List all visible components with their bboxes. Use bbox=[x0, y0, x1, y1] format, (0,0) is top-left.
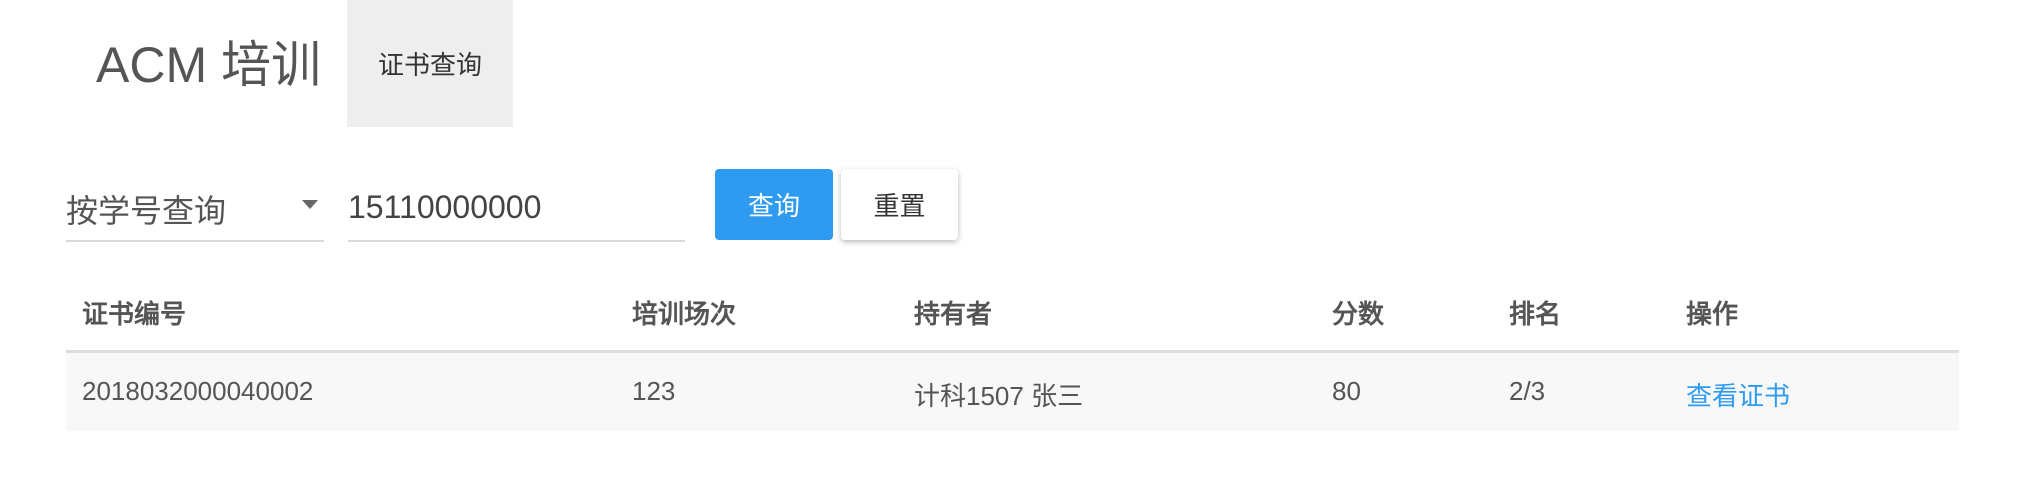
cell-holder: 计科1507 张三 bbox=[914, 381, 1084, 411]
query-button[interactable]: 查询 bbox=[715, 169, 833, 240]
nav-tab-certificate-query[interactable]: 证书查询 bbox=[347, 0, 513, 127]
student-id-input[interactable] bbox=[348, 168, 685, 242]
certificate-table: 证书编号 培训场次 持有者 分数 排名 操作 2018032000040002 … bbox=[66, 272, 1959, 431]
column-header-holder: 持有者 bbox=[914, 299, 993, 329]
student-id-field[interactable] bbox=[348, 168, 685, 242]
column-header-action: 操作 bbox=[1686, 299, 1739, 329]
column-header-rank: 排名 bbox=[1509, 299, 1562, 329]
table-header: 证书编号 培训场次 持有者 分数 排名 操作 bbox=[66, 272, 1959, 353]
cell-cert-no: 2018032000040002 bbox=[82, 376, 314, 406]
query-mode-value: 按学号查询 bbox=[66, 193, 227, 229]
top-header: ACM 培训 证书查询 bbox=[0, 0, 2018, 127]
view-certificate-link[interactable]: 查看证书 bbox=[1686, 376, 1790, 413]
brand-title: ACM 培训 bbox=[96, 37, 321, 93]
query-mode-select[interactable]: 按学号查询 bbox=[66, 168, 324, 242]
cell-rank: 2/3 bbox=[1509, 376, 1546, 406]
chevron-down-icon bbox=[302, 200, 318, 209]
column-header-session: 培训场次 bbox=[632, 299, 737, 329]
cell-session: 123 bbox=[632, 376, 676, 406]
table-row: 2018032000040002 123 计科1507 张三 80 2/3 查看… bbox=[66, 353, 1959, 431]
reset-button[interactable]: 重置 bbox=[841, 169, 958, 240]
cell-score: 80 bbox=[1332, 376, 1361, 406]
column-header-cert-no: 证书编号 bbox=[82, 299, 187, 329]
column-header-score: 分数 bbox=[1332, 299, 1385, 329]
